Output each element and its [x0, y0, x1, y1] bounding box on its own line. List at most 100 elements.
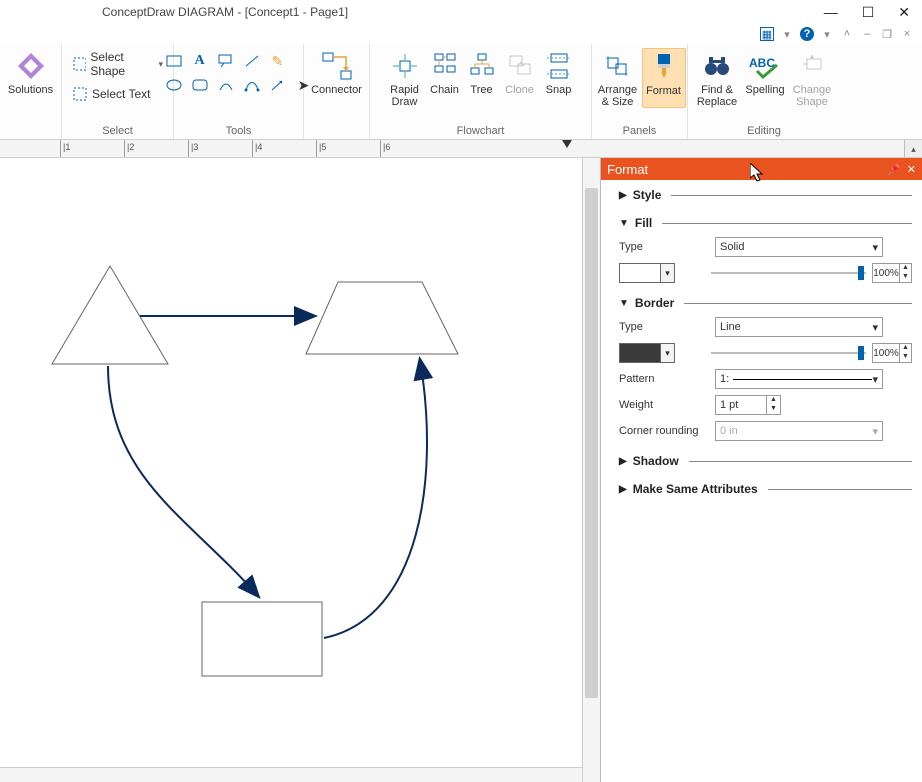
border-weight-value: 1 pt — [716, 396, 766, 414]
change-shape-label: Change Shape — [793, 84, 832, 108]
dropdown-icon: ▾ — [660, 344, 674, 362]
find-replace-button[interactable]: Find & Replace — [693, 48, 741, 108]
snap-button[interactable]: Snap — [540, 48, 578, 108]
section-shadow[interactable]: ▶Shadow — [619, 450, 912, 472]
dropdown-icon[interactable]: ▾ — [820, 27, 834, 41]
change-shape-button: Change Shape — [789, 48, 835, 108]
dropdown-icon: ▾ — [660, 264, 674, 282]
workspace: Format 📌✕ ▶Style ▼Fill Type Solid▾ ▾ 100… — [0, 158, 922, 782]
ruler-cursor-mark — [562, 140, 572, 148]
border-color-well[interactable]: ▾ — [619, 343, 675, 363]
minimize-icon[interactable]: — — [824, 4, 838, 20]
solutions-button[interactable]: Solutions — [5, 48, 57, 96]
section-same-label: Make Same Attributes — [633, 482, 758, 496]
snap-icon — [543, 50, 575, 82]
spin-up-icon[interactable]: ▲ — [900, 264, 911, 273]
group-label: Flowchart — [376, 125, 585, 139]
caret-right-icon: ▶ — [619, 484, 627, 495]
spin-up-icon[interactable]: ▲ — [767, 396, 780, 405]
section-border[interactable]: ▼Border — [619, 292, 912, 314]
group-label: Panels — [598, 125, 681, 139]
shape-trapezoid[interactable] — [306, 282, 458, 354]
border-type-dropdown[interactable]: Line▾ — [715, 317, 883, 337]
pencil-tool-icon[interactable]: ✎ — [269, 52, 287, 70]
text-tool-icon[interactable]: A — [191, 52, 209, 70]
border-pattern-value: 1: — [720, 373, 729, 385]
section-style[interactable]: ▶Style — [619, 184, 912, 206]
ellipse-tool-icon[interactable] — [165, 76, 183, 94]
format-button[interactable]: Format — [642, 48, 686, 108]
format-panel-header[interactable]: Format 📌✕ — [601, 158, 922, 180]
fill-opacity-spinner[interactable]: 100%▲▼ — [872, 263, 912, 283]
connector-icon — [321, 50, 353, 82]
bezier-tool-icon[interactable] — [243, 76, 261, 94]
spin-down-icon[interactable]: ▼ — [900, 353, 911, 362]
spin-down-icon[interactable]: ▼ — [900, 273, 911, 282]
spline-tool-icon[interactable] — [217, 76, 235, 94]
group-label — [6, 125, 55, 139]
ruler-tick: |3 — [191, 142, 198, 152]
caret-up-icon[interactable]: ˄ — [840, 27, 854, 41]
presentation-icon[interactable]: ▦ — [760, 27, 774, 41]
fill-opacity-slider[interactable] — [711, 263, 866, 283]
maximize-icon[interactable]: ☐ — [862, 4, 875, 21]
solutions-label: Solutions — [8, 84, 53, 96]
caret-down-icon: ▼ — [619, 218, 629, 229]
child-close-icon[interactable]: × — [900, 27, 914, 41]
border-opacity-spinner[interactable]: 100%▲▼ — [872, 343, 912, 363]
border-opacity-slider[interactable] — [711, 343, 866, 363]
connector-button[interactable]: Connector — [311, 48, 363, 96]
select-text-button[interactable]: Select Text — [68, 84, 167, 104]
arrange-size-button[interactable]: Arrange & Size — [594, 48, 642, 108]
ruler-scroll-up[interactable]: ▴ — [904, 140, 922, 158]
ribbon-group-editing: Find & Replace ABC Spelling Change Shape… — [688, 44, 840, 139]
section-style-label: Style — [633, 188, 662, 202]
spin-down-icon[interactable]: ▼ — [767, 405, 780, 414]
rapid-draw-label: Rapid Draw — [390, 84, 419, 108]
ruler-tick: |4 — [255, 142, 262, 152]
border-corner-dropdown[interactable]: 0 in▾ — [715, 421, 883, 441]
section-fill-label: Fill — [635, 216, 652, 230]
rounded-rect-tool-icon[interactable] — [191, 76, 209, 94]
tree-button[interactable]: Tree — [464, 48, 500, 108]
help-icon[interactable]: ? — [800, 27, 814, 41]
child-restore-icon[interactable]: ❐ — [880, 27, 894, 41]
fill-type-label: Type — [619, 241, 709, 253]
canvas[interactable] — [0, 158, 600, 782]
fill-type-dropdown[interactable]: Solid▾ — [715, 237, 883, 257]
close-icon[interactable]: ✕ — [898, 4, 910, 21]
shape-rectangle[interactable] — [202, 602, 322, 676]
ribbon-group-select: Select Shape ▾ Select Text Select — [62, 44, 174, 139]
group-label: Tools — [180, 125, 297, 139]
border-weight-spinner[interactable]: 1 pt▲▼ — [715, 395, 781, 415]
spin-up-icon[interactable]: ▲ — [900, 344, 911, 353]
arrange-icon — [602, 50, 634, 82]
connector-3[interactable] — [324, 360, 427, 638]
fill-color-well[interactable]: ▾ — [619, 263, 675, 283]
border-pattern-dropdown[interactable]: 1: ▾ — [715, 369, 883, 389]
tool-grid: A ✎ ➤ — [163, 48, 315, 98]
scrollbar-thumb[interactable] — [585, 188, 598, 698]
dropdown-icon[interactable]: ▾ — [780, 27, 794, 41]
child-minimize-icon[interactable]: – — [860, 27, 874, 41]
chain-button[interactable]: Chain — [426, 48, 464, 108]
dropdown-icon: ▾ — [872, 241, 878, 254]
spelling-button[interactable]: ABC Spelling — [741, 48, 789, 108]
vertical-scrollbar[interactable] — [582, 158, 600, 782]
pin-icon[interactable]: 📌 — [887, 163, 901, 176]
callout-tool-icon[interactable] — [217, 52, 235, 70]
ruler-tick: |2 — [127, 142, 134, 152]
rectangle-tool-icon[interactable] — [165, 52, 183, 70]
arrow-tool-icon[interactable] — [269, 76, 287, 94]
line-tool-icon[interactable] — [243, 52, 261, 70]
connector-2[interactable] — [108, 366, 258, 596]
tree-label: Tree — [470, 84, 492, 96]
ribbon-group-connector: Connector — [304, 44, 370, 139]
connector-label: Connector — [311, 84, 362, 96]
section-fill[interactable]: ▼ Fill — [619, 212, 912, 234]
select-shape-button[interactable]: Select Shape ▾ — [68, 48, 167, 80]
rapid-draw-button[interactable]: Rapid Draw — [384, 48, 426, 108]
close-panel-icon[interactable]: ✕ — [907, 163, 916, 176]
section-same-attributes[interactable]: ▶ Make Same Attributes — [619, 478, 912, 500]
border-type-value: Line — [720, 321, 741, 333]
